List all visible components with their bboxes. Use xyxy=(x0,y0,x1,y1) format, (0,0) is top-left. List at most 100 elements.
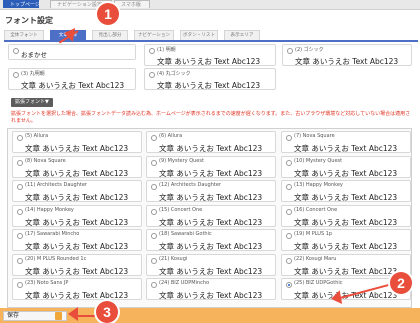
radio-icon[interactable] xyxy=(151,208,157,215)
radio-icon[interactable] xyxy=(286,208,292,215)
font-sample-text: 文章 あいうえお Text Abc123 xyxy=(157,81,261,90)
font-option-label: (4) 丸ゴシック xyxy=(157,71,191,77)
radio-icon[interactable] xyxy=(13,72,19,78)
radio-icon[interactable] xyxy=(151,257,157,264)
font-option-extended[interactable]: (14) Happy Monkey 文章 あいうえお Text Abc123 xyxy=(12,204,142,227)
radio-icon[interactable] xyxy=(286,233,292,239)
font-option-auto[interactable]: おまかせ xyxy=(8,44,136,60)
font-option-label: (3) 丸明朝 xyxy=(21,71,45,77)
annotation-badge-1: 1 xyxy=(97,3,119,25)
font-sample-text: 文章 あいうえお Text Abc123 xyxy=(159,168,263,178)
font-sample-text: 文章 あいうえお Text Abc123 xyxy=(294,217,398,227)
font-option-label: (12) Architects Daughter xyxy=(159,182,221,188)
radio-icon[interactable] xyxy=(151,135,157,141)
lock-icon xyxy=(55,312,62,320)
radio-icon[interactable] xyxy=(151,159,157,166)
font-option-mincho[interactable]: (1) 明朝 文章 あいうえお Text Abc123 xyxy=(144,44,276,66)
font-option-label: (14) Happy Monkey xyxy=(25,206,74,213)
radio-icon[interactable] xyxy=(13,48,19,54)
font-option-label: (20) M PLUS Rounded 1c xyxy=(25,255,87,262)
font-option-extended[interactable]: (5) Allura 文章 あいうえお Text Abc123 xyxy=(12,131,142,153)
arrow-head-icon xyxy=(68,307,78,321)
font-option-label: (16) Concert One xyxy=(294,206,338,213)
radio-icon[interactable] xyxy=(149,48,155,54)
font-sample-text: 文章 あいうえお Text Abc123 xyxy=(294,193,398,202)
subtab-overall-font[interactable]: 全体フォント xyxy=(4,30,44,40)
font-option-label: (15) Concert One xyxy=(159,206,203,213)
font-sample-text: 文章 あいうえお Text Abc123 xyxy=(21,81,125,90)
font-option-extended[interactable]: (21) Kosugi 文章 あいうえお Text Abc123 xyxy=(146,253,276,276)
font-option-label: (17) Sawarabi Mincho xyxy=(25,231,80,237)
font-sample-text: 文章 あいうえお Text Abc123 xyxy=(159,266,263,276)
radio-icon[interactable] xyxy=(151,282,157,288)
radio-icon[interactable] xyxy=(151,184,157,190)
radio-icon[interactable] xyxy=(17,135,23,141)
radio-icon[interactable] xyxy=(149,72,155,78)
font-option-extended[interactable]: (7) Nova Square 文章 あいうえお Text Abc123 xyxy=(281,131,411,153)
font-option-extended[interactable]: (13) Happy Monkey 文章 あいうえお Text Abc123 xyxy=(281,180,411,202)
font-option-extended[interactable]: (15) Concert One 文章 あいうえお Text Abc123 xyxy=(146,204,276,227)
font-option-label: (19) M PLUS 1p xyxy=(294,231,333,237)
font-option-label: (9) Mystery Quest xyxy=(159,157,204,164)
font-option-maru-mincho[interactable]: (3) 丸明朝 文章 あいうえお Text Abc123 xyxy=(8,68,136,90)
font-option-label: (22) Kosugi Maru xyxy=(294,255,337,262)
font-option-extended[interactable]: (23) Noto Sans JP 文章 あいうえお Text Abc123 xyxy=(12,278,142,300)
font-option-extended[interactable]: (17) Sawarabi Mincho 文章 あいうえお Text Abc123 xyxy=(12,229,142,251)
font-option-extended[interactable]: (24) BIZ UDPMincho 文章 あいうえお Text Abc123 xyxy=(146,278,276,300)
radio-icon[interactable] xyxy=(286,159,292,166)
font-option-extended[interactable]: (12) Architects Daughter 文章 あいうえお Text Ab… xyxy=(146,180,276,202)
radio-icon[interactable] xyxy=(286,282,292,288)
font-sample-text: 文章 あいうえお Text Abc123 xyxy=(159,242,263,251)
font-option-extended[interactable]: (20) M PLUS Rounded 1c 文章 あいうえお Text Abc1… xyxy=(12,253,142,276)
font-option-label: (11) Architects Daughter xyxy=(25,182,87,188)
radio-icon[interactable] xyxy=(286,135,292,141)
font-option-extended[interactable]: (6) Allura 文章 あいうえお Text Abc123 xyxy=(146,131,276,153)
font-option-label: (6) Allura xyxy=(159,133,183,139)
radio-icon[interactable] xyxy=(151,233,157,239)
extended-font-warning: 拡張フォントを選択した場合、拡張フォントデータ読み込む為、ホームページが表示され… xyxy=(11,111,411,124)
radio-icon[interactable] xyxy=(17,184,23,190)
font-option-extended[interactable]: (8) Nova Square 文章 あいうえお Text Abc123 xyxy=(12,155,142,178)
font-option-extended[interactable]: (10) Mystery Quest 文章 あいうえお Text Abc123 xyxy=(281,155,411,178)
subtab-buttons-lists[interactable]: ボタン・リスト xyxy=(180,30,218,40)
radio-icon[interactable] xyxy=(286,257,292,264)
font-option-label: (21) Kosugi xyxy=(159,255,188,262)
font-option-maru-gothic[interactable]: (4) 丸ゴシック 文章 あいうえお Text Abc123 xyxy=(144,68,276,90)
font-sample-text: 文章 あいうえお Text Abc123 xyxy=(159,193,263,202)
font-option-extended[interactable]: (19) M PLUS 1p 文章 あいうえお Text Abc123 xyxy=(281,229,411,251)
annotation-badge-3: 3 xyxy=(96,301,118,323)
radio-icon[interactable] xyxy=(287,48,293,54)
font-option-label: (18) Sawarabi Gothic xyxy=(159,231,212,237)
subtab-display-area[interactable]: 表示エリア xyxy=(224,30,260,40)
top-navigation: トップページ ナビゲーション設定 スマホ版 xyxy=(0,0,420,10)
font-sample-text: 文章 あいうえお Text Abc123 xyxy=(159,144,263,153)
font-option-extended[interactable]: (11) Architects Daughter 文章 あいうえお Text Ab… xyxy=(12,180,142,202)
subtab-navigation[interactable]: ナビゲーション xyxy=(134,30,174,40)
radio-icon[interactable] xyxy=(286,184,292,190)
font-option-extended[interactable]: (22) Kosugi Maru 文章 あいうえお Text Abc123 xyxy=(281,253,411,276)
tab-smartphone[interactable]: スマホ版 xyxy=(114,0,150,8)
font-option-label: (2) ゴシック xyxy=(295,47,324,53)
font-sample-text: 文章 あいうえお Text Abc123 xyxy=(157,57,261,66)
radio-icon[interactable] xyxy=(17,257,23,264)
font-option-extended[interactable]: (18) Sawarabi Gothic 文章 あいうえお Text Abc123 xyxy=(146,229,276,251)
subtab-headings[interactable]: 見出し部分 xyxy=(92,30,128,40)
radio-icon[interactable] xyxy=(17,159,23,166)
extended-font-toggle-button[interactable]: 拡張フォント▼ xyxy=(11,98,53,107)
tab-toppage[interactable]: トップページ xyxy=(3,0,40,8)
radio-icon[interactable] xyxy=(17,208,23,215)
font-sample-text: 文章 あいうえお Text Abc123 xyxy=(25,291,129,300)
radio-icon[interactable] xyxy=(17,282,23,288)
font-option-label: (24) BIZ UDPMincho xyxy=(159,280,210,286)
font-option-gothic[interactable]: (2) ゴシック 文章 あいうえお Text Abc123 xyxy=(282,44,412,66)
font-option-extended[interactable]: (16) Concert One 文章 あいうえお Text Abc123 xyxy=(281,204,411,227)
font-sample-text: 文章 あいうえお Text Abc123 xyxy=(294,242,398,251)
radio-icon[interactable] xyxy=(17,233,23,239)
font-option-extended[interactable]: (9) Mystery Quest 文章 あいうえお Text Abc123 xyxy=(146,155,276,178)
font-option-label: (5) Allura xyxy=(25,133,49,139)
font-sample-text: 文章 あいうえお Text Abc123 xyxy=(294,266,398,276)
font-option-label: (7) Nova Square xyxy=(294,133,335,139)
font-option-label: (23) Noto Sans JP xyxy=(25,280,69,286)
font-sample-text: 文章 あいうえお Text Abc123 xyxy=(295,57,399,66)
font-sample-text: 文章 あいうえお Text Abc123 xyxy=(294,144,398,153)
